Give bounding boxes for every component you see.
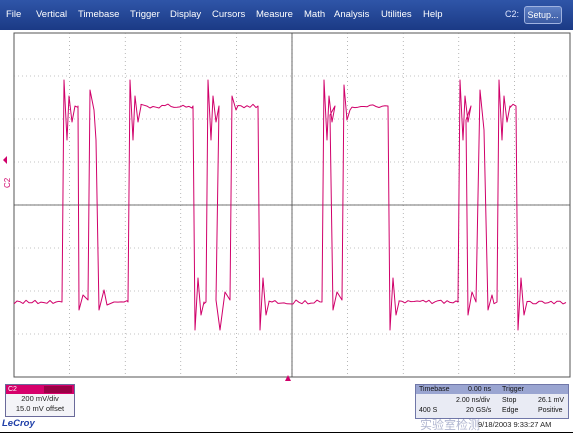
trigger-label: Trigger xyxy=(502,385,524,394)
menu-analysis[interactable]: Analysis xyxy=(334,9,369,20)
channel-color-tag xyxy=(44,386,72,393)
timebase-label: Timebase xyxy=(419,385,449,394)
menu-trigger[interactable]: Trigger xyxy=(130,9,160,20)
timebase-trigger-box[interactable]: Timebase 0.00 ns Trigger 2.00 ns/div Sto… xyxy=(415,384,569,419)
acquisition-timestamp: 9/18/2003 9:33:27 AM xyxy=(478,420,551,429)
sample-count: 400 S xyxy=(419,406,437,415)
trigger-type: Edge xyxy=(502,406,518,415)
menu-vertical[interactable]: Vertical xyxy=(36,9,67,20)
sample-rate: 20 GS/s xyxy=(466,406,491,415)
time-per-div: 2.00 ns/div xyxy=(456,396,490,405)
menu-help[interactable]: Help xyxy=(423,9,443,20)
menu-bar: File Vertical Timebase Trigger Display C… xyxy=(0,0,573,30)
status-panel: C2 200 mV/div 15.0 mV offset Timebase 0.… xyxy=(0,382,573,432)
volts-per-div: 200 mV/div xyxy=(6,394,74,404)
menu-math[interactable]: Math xyxy=(304,9,325,20)
setup-button[interactable]: Setup... xyxy=(524,6,562,24)
menu-utilities[interactable]: Utilities xyxy=(381,9,412,20)
menu-display[interactable]: Display xyxy=(170,9,201,20)
menu-measure[interactable]: Measure xyxy=(256,9,293,20)
active-channel-indicator: C2: xyxy=(505,9,519,19)
channel-offset-marker[interactable] xyxy=(3,156,7,164)
channel-descriptor-box[interactable]: C2 200 mV/div 15.0 mV offset xyxy=(5,384,75,417)
channel-box-header: C2 xyxy=(6,385,74,394)
channel-name: C2 xyxy=(8,385,17,394)
trigger-level: 26.1 mV xyxy=(538,396,564,405)
timebase-delay: 0.00 ns xyxy=(468,385,491,394)
menu-cursors[interactable]: Cursors xyxy=(212,9,245,20)
watermark-text: 实验室检测 xyxy=(420,416,480,433)
menu-file[interactable]: File xyxy=(6,9,21,20)
menu-timebase[interactable]: Timebase xyxy=(78,9,119,20)
channel-offset: 15.0 mV offset xyxy=(6,404,74,414)
waveform-display[interactable]: C2 xyxy=(0,30,573,382)
trace-label: C2 xyxy=(3,178,12,188)
trigger-slope: Positive xyxy=(538,406,563,415)
acquisition-mode: Stop xyxy=(502,396,516,405)
trigger-position-marker[interactable] xyxy=(285,375,291,381)
waveform-grid xyxy=(0,30,573,382)
lecroy-logo: LeCroy xyxy=(2,418,35,429)
